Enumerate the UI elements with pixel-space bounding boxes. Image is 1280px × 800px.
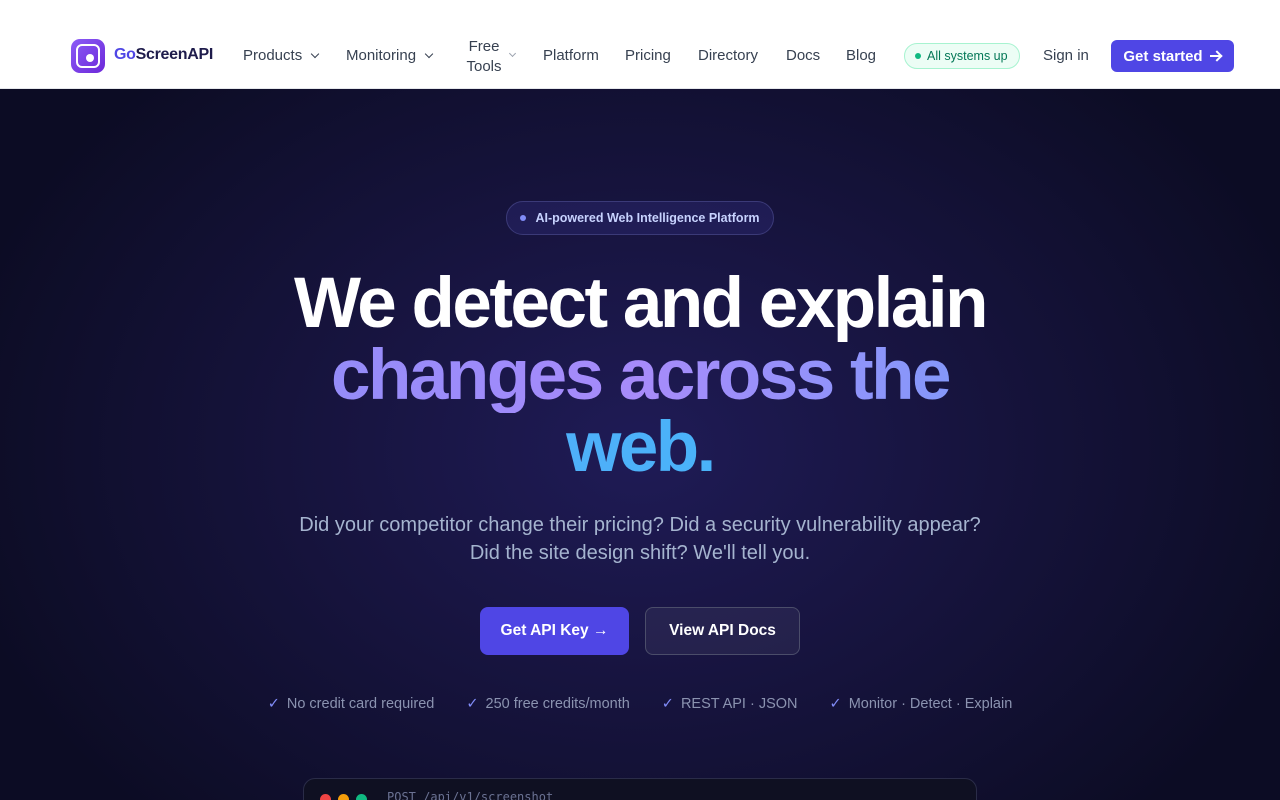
- nav-docs-label: Docs: [786, 47, 821, 64]
- get-started-label: Get started: [1123, 47, 1203, 65]
- feature-label: Monitor · Detect · Explain: [848, 696, 1013, 712]
- nav-free-tools[interactable]: Free Tools: [465, 37, 503, 77]
- logo-icon[interactable]: [71, 39, 105, 73]
- feature-item: ✓ Monitor · Detect · Explain: [830, 696, 1013, 712]
- nav-products[interactable]: Products: [243, 47, 320, 64]
- hero-section: AI-powered Web Intelligence Platform We …: [0, 89, 1280, 800]
- top-nav: GoScreenAPI Products Monitoring Free Too…: [0, 0, 1280, 89]
- hero-badge: AI-powered Web Intelligence Platform: [506, 201, 774, 235]
- window-minimize-icon: [338, 794, 349, 800]
- nav-blog[interactable]: Blog: [846, 47, 876, 64]
- feature-label: REST API · JSON: [680, 696, 798, 712]
- nav-pricing-label: Pricing: [625, 47, 671, 64]
- window-maximize-icon: [356, 794, 367, 800]
- check-icon: ✓: [466, 696, 479, 712]
- feature-list: ✓ No credit card required ✓ 250 free credi…: [0, 696, 1280, 712]
- window-close-icon: [320, 794, 331, 800]
- nav-directory[interactable]: Directory: [698, 47, 758, 64]
- headline-line-1: We detect and explain: [294, 264, 988, 343]
- nav-docs[interactable]: Docs: [786, 47, 820, 64]
- sign-in-link[interactable]: Sign in: [1043, 47, 1089, 64]
- view-api-docs-button[interactable]: View API Docs: [645, 607, 800, 655]
- nav-blog-label: Blog: [846, 47, 877, 64]
- brand-name[interactable]: GoScreenAPI: [114, 46, 213, 64]
- nav-free-tools-label: Free Tools: [466, 38, 502, 75]
- feature-item: ✓ No credit card required: [268, 696, 435, 712]
- hero-subheadline: Did your competitor change their pricing…: [299, 514, 981, 564]
- feature-label: No credit card required: [286, 696, 435, 712]
- code-window: POST /api/v1/screenshot: [303, 778, 977, 800]
- chevron-down-icon: [424, 49, 434, 58]
- nav-monitoring-label: Monitoring: [346, 47, 417, 64]
- nav-products-label: Products: [243, 47, 303, 64]
- feature-item: ✓ REST API · JSON: [662, 696, 798, 712]
- get-started-button[interactable]: Get started: [1111, 40, 1234, 72]
- nav-monitoring[interactable]: Monitoring: [346, 47, 434, 64]
- nav-platform[interactable]: Platform: [543, 47, 599, 64]
- hero-badge-label: AI-powered Web Intelligence Platform: [535, 211, 760, 225]
- check-icon: ✓: [267, 696, 280, 712]
- code-command: POST /api/v1/screenshot: [387, 790, 554, 800]
- status-dot-icon: [915, 53, 921, 59]
- check-icon: ✓: [661, 696, 674, 712]
- feature-item: ✓ 250 free credits/month: [466, 696, 629, 712]
- status-badge[interactable]: All systems up: [904, 43, 1020, 69]
- arrow-right-icon: [1209, 51, 1222, 61]
- chevron-down-icon: [310, 49, 320, 58]
- nav-directory-label: Directory: [698, 47, 759, 64]
- chevron-down-icon: [508, 49, 517, 58]
- check-icon: ✓: [829, 696, 842, 712]
- nav-platform-label: Platform: [543, 47, 599, 64]
- headline-line-3: web.: [0, 411, 1280, 485]
- feature-label: 250 free credits/month: [485, 696, 630, 712]
- get-api-key-button[interactable]: Get API Key →: [480, 607, 629, 655]
- status-label: All systems up: [927, 49, 1008, 63]
- nav-pricing[interactable]: Pricing: [625, 47, 671, 64]
- badge-dot-icon: [520, 215, 527, 221]
- headline-line-2: changes across the: [0, 339, 1280, 413]
